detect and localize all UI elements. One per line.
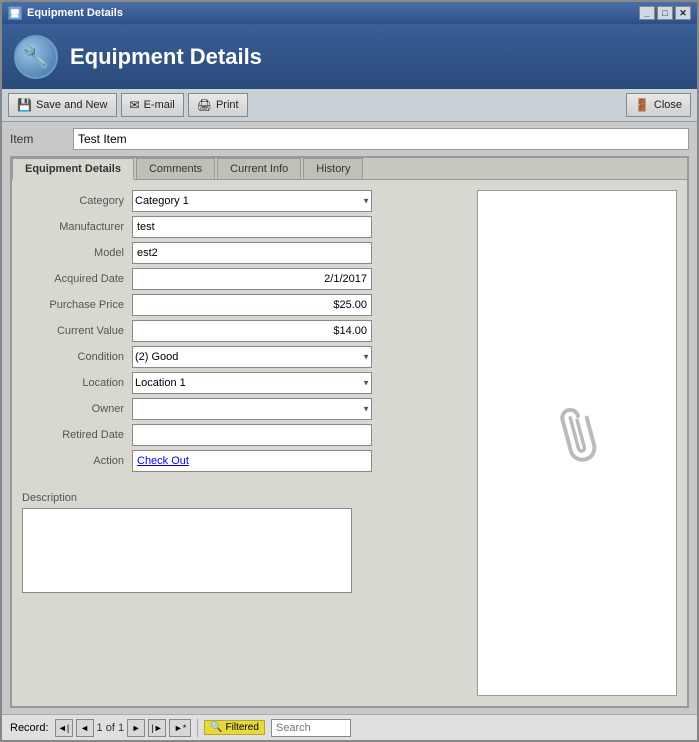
image-panel	[477, 190, 677, 696]
location-label: Location	[22, 377, 132, 389]
tab-history[interactable]: History	[303, 158, 363, 179]
location-select-wrapper: Location 1 Location 2 ▼	[132, 372, 372, 394]
status-separator	[197, 719, 198, 737]
header: 🔧 Equipment Details	[2, 24, 697, 89]
toolbar: 💾 Save and New ✉ E-mail 🖨 Print 🚪 Close	[2, 89, 697, 122]
close-label: Close	[654, 99, 682, 111]
description-textarea[interactable]	[22, 508, 352, 593]
description-section: Description	[22, 484, 467, 596]
category-select-wrapper: Category 1 Category 2 ▼	[132, 190, 372, 212]
save-and-new-button[interactable]: 💾 Save and New	[8, 93, 117, 117]
tab-content-equipment-details: Category Category 1 Category 2 ▼ Manufac…	[12, 180, 687, 706]
title-bar: 🖥 Equipment Details _ □ ✕	[2, 2, 697, 24]
manufacturer-label: Manufacturer	[22, 221, 132, 233]
item-input[interactable]	[73, 128, 689, 150]
print-button[interactable]: 🖨 Print	[188, 93, 248, 117]
restore-button[interactable]: □	[657, 6, 673, 20]
condition-label: Condition	[22, 351, 132, 363]
model-input[interactable]	[132, 242, 372, 264]
new-record-button[interactable]: ►*	[169, 719, 191, 737]
search-input[interactable]	[271, 719, 351, 737]
location-row: Location Location 1 Location 2 ▼	[22, 372, 467, 394]
category-select[interactable]: Category 1 Category 2	[132, 190, 372, 212]
model-row: Model	[22, 242, 467, 264]
filtered-badge[interactable]: 🔍 Filtered	[204, 720, 265, 735]
email-label: E-mail	[144, 99, 175, 111]
main-window: 🖥 Equipment Details _ □ ✕ 🔧 Equipment De…	[0, 0, 699, 742]
email-button[interactable]: ✉ E-mail	[121, 93, 184, 117]
title-bar-icon: 🖥	[8, 6, 22, 20]
status-bar: Record: ◄| ◄ 1 of 1 ► |► ►* 🔍 Filtered	[2, 714, 697, 740]
tab-current-info[interactable]: Current Info	[217, 158, 301, 179]
filter-icon: 🔍	[210, 722, 222, 733]
email-icon: ✉	[130, 98, 140, 112]
save-icon: 💾	[17, 98, 32, 112]
print-icon: 🖨	[197, 98, 212, 112]
next-record-button[interactable]: ►	[127, 719, 145, 737]
manufacturer-input[interactable]	[132, 216, 372, 238]
close-window-button[interactable]: ✕	[675, 6, 691, 20]
action-container: Check Out	[132, 450, 372, 472]
owner-select-wrapper: ▼	[132, 398, 372, 420]
last-record-button[interactable]: |►	[148, 719, 166, 737]
manufacturer-row: Manufacturer	[22, 216, 467, 238]
action-row: Action Check Out	[22, 450, 467, 472]
current-value-row: Current Value	[22, 320, 467, 342]
title-bar-controls: _ □ ✕	[639, 6, 691, 20]
purchase-price-row: Purchase Price	[22, 294, 467, 316]
item-row: Item	[10, 128, 689, 150]
acquired-date-label: Acquired Date	[22, 273, 132, 285]
location-select[interactable]: Location 1 Location 2	[132, 372, 372, 394]
title-bar-text: Equipment Details	[27, 7, 123, 19]
model-label: Model	[22, 247, 132, 259]
category-label: Category	[22, 195, 132, 207]
owner-row: Owner ▼	[22, 398, 467, 420]
owner-select[interactable]	[132, 398, 372, 420]
retired-date-label: Retired Date	[22, 429, 132, 441]
acquired-date-row: Acquired Date	[22, 268, 467, 290]
close-button[interactable]: 🚪 Close	[626, 93, 691, 117]
prev-record-button[interactable]: ◄	[76, 719, 94, 737]
record-info: 1 of 1	[97, 722, 125, 734]
record-navigation: ◄| ◄ 1 of 1 ► |► ►*	[55, 719, 192, 737]
category-row: Category Category 1 Category 2 ▼	[22, 190, 467, 212]
first-record-button[interactable]: ◄|	[55, 719, 73, 737]
current-value-input[interactable]	[132, 320, 372, 342]
minimize-button[interactable]: _	[639, 6, 655, 20]
condition-select-wrapper: (1) Excellent (2) Good (3) Fair (4) Poor…	[132, 346, 372, 368]
filtered-label: Filtered	[226, 722, 259, 733]
action-label: Action	[22, 455, 132, 467]
record-label: Record:	[10, 722, 49, 734]
condition-row: Condition (1) Excellent (2) Good (3) Fai…	[22, 346, 467, 368]
tab-container: Equipment Details Comments Current Info …	[10, 156, 689, 708]
acquired-date-input[interactable]	[132, 268, 372, 290]
print-label: Print	[216, 99, 239, 111]
condition-select[interactable]: (1) Excellent (2) Good (3) Fair (4) Poor	[132, 346, 372, 368]
retired-date-input[interactable]	[132, 424, 372, 446]
paperclip-icon	[547, 399, 606, 487]
purchase-price-input[interactable]	[132, 294, 372, 316]
save-new-label: Save and New	[36, 99, 108, 111]
tab-equipment-details[interactable]: Equipment Details	[12, 158, 134, 180]
description-label: Description	[22, 492, 467, 504]
close-icon: 🚪	[635, 98, 650, 112]
check-out-link[interactable]: Check Out	[137, 455, 189, 467]
retired-date-row: Retired Date	[22, 424, 467, 446]
header-icon: 🔧	[14, 35, 58, 79]
header-title: Equipment Details	[70, 44, 262, 70]
item-label: Item	[10, 132, 65, 146]
tab-bar: Equipment Details Comments Current Info …	[12, 158, 687, 180]
content-area: Item Equipment Details Comments Current …	[2, 122, 697, 714]
purchase-price-label: Purchase Price	[22, 299, 132, 311]
current-value-label: Current Value	[22, 325, 132, 337]
tab-comments[interactable]: Comments	[136, 158, 215, 179]
owner-label: Owner	[22, 403, 132, 415]
form-section: Category Category 1 Category 2 ▼ Manufac…	[22, 190, 467, 696]
